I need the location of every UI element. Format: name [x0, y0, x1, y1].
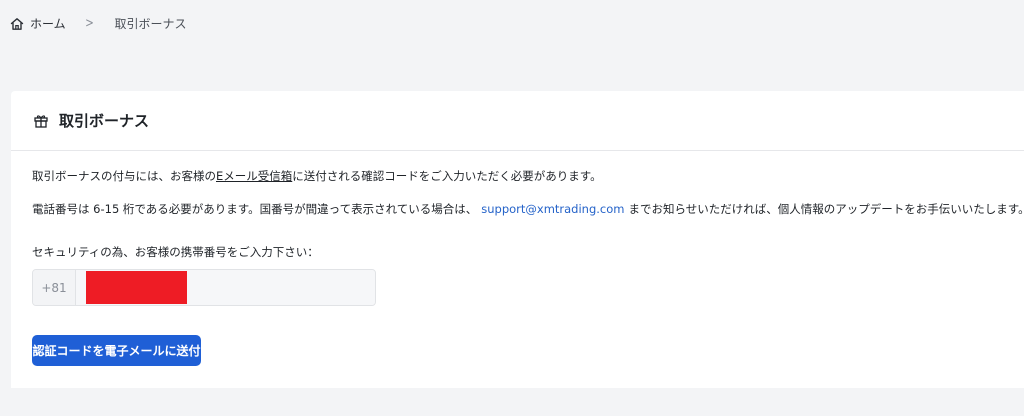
breadcrumb-home[interactable]: ホーム: [30, 15, 66, 32]
breadcrumb-current: 取引ボーナス: [114, 17, 187, 31]
trading-bonus-card: 取引ボーナス 取引ボーナスの付与には、お客様のEメール受信箱に送付される確認コー…: [11, 91, 1024, 388]
breadcrumb: ホーム > 取引ボーナス: [10, 15, 187, 32]
intro-text-after: に送付される確認コードをご入力いただく必要があります。: [292, 169, 602, 183]
card-title: 取引ボーナス: [59, 112, 150, 130]
phone-note-after: までお知らせいただければ、個人情報のアップデートをお手伝いいたします。: [628, 202, 1024, 216]
intro-text-before: 取引ボーナスの付与には、お客様の: [32, 169, 216, 183]
mobile-number-field: +81: [32, 269, 376, 306]
email-inbox-text: Eメール受信箱: [216, 169, 293, 183]
country-code: +81: [33, 270, 76, 305]
support-email-link[interactable]: support@xmtrading.com: [481, 202, 624, 216]
phone-note-before: 電話番号は 6-15 桁である必要があります。国番号が間違って表示されている場合…: [32, 202, 478, 216]
breadcrumb-separator: >: [84, 16, 94, 31]
gift-icon: [33, 113, 49, 129]
mobile-number-input[interactable]: [76, 270, 375, 305]
intro-text: 取引ボーナスの付与には、お客様のEメール受信箱に送付される確認コードをご入力いた…: [32, 168, 602, 184]
mobile-number-label: セキュリティの為、お客様の携帯番号をご入力下さい：: [32, 245, 319, 259]
send-verification-code-button[interactable]: 認証コードを電子メールに送付: [32, 335, 201, 366]
home-icon[interactable]: [10, 17, 24, 31]
card-header: 取引ボーナス: [11, 91, 1024, 151]
phone-requirements-note: 電話番号は 6-15 桁である必要があります。国番号が間違って表示されている場合…: [32, 201, 1024, 217]
redacted-phone-number: [86, 271, 187, 304]
